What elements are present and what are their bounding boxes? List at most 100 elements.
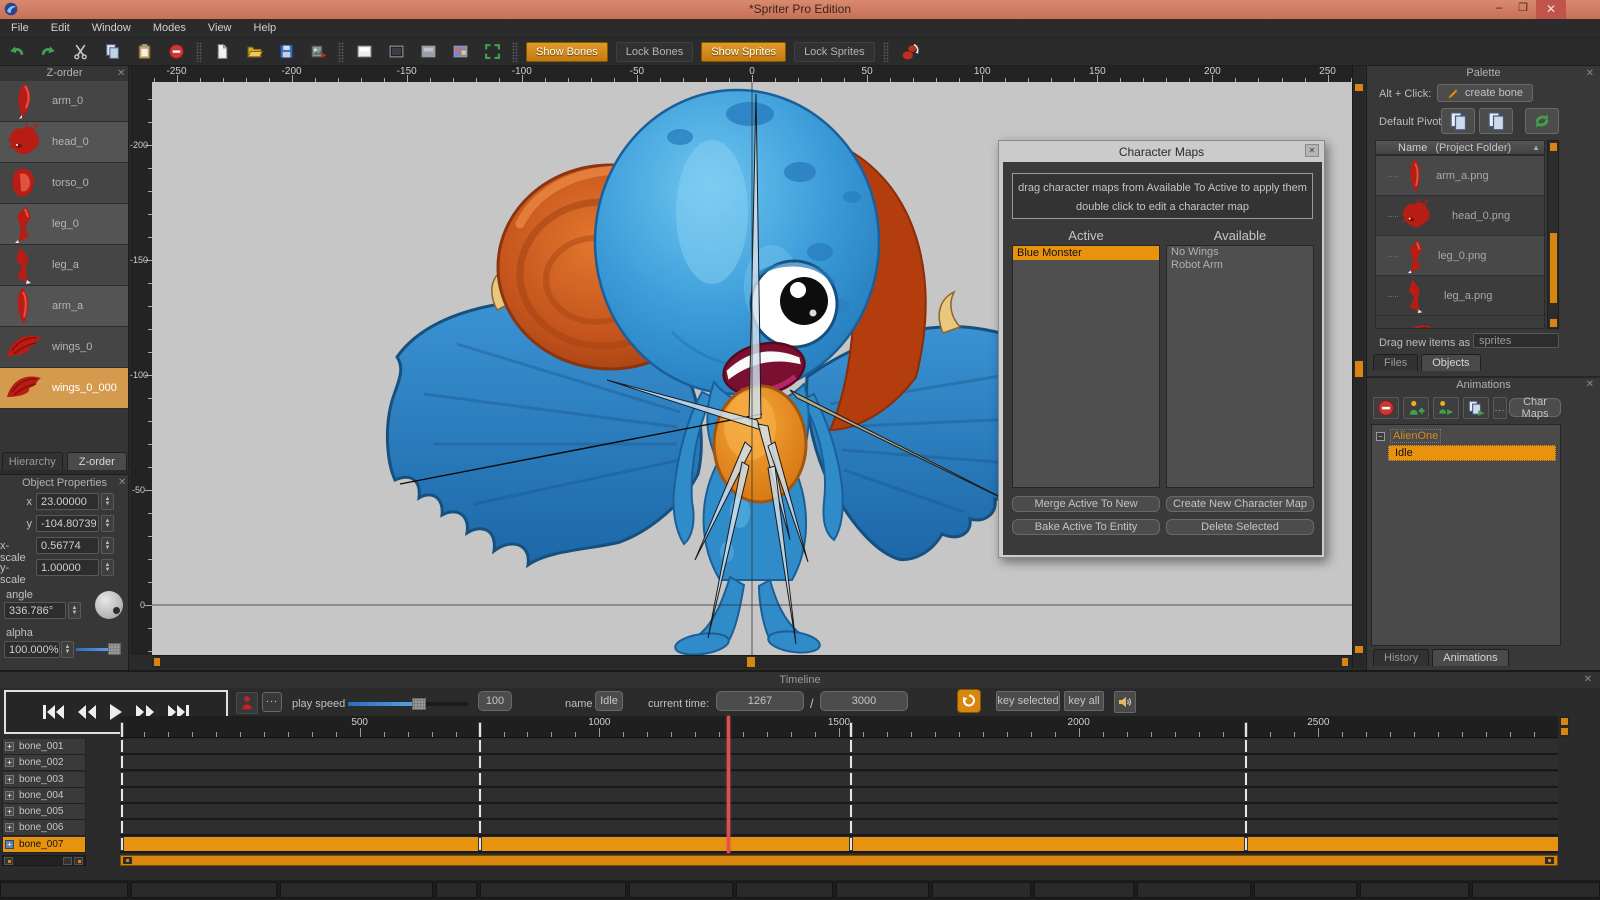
- menu-item-help[interactable]: Help: [243, 22, 288, 34]
- play-speed-handle[interactable]: [412, 698, 426, 710]
- active-map-item[interactable]: Blue Monster: [1013, 246, 1159, 260]
- file-item-leg_a.png[interactable]: leg_a.png: [1376, 276, 1544, 316]
- play-speed-value[interactable]: 100: [478, 691, 512, 711]
- property-stepper-y-scale[interactable]: ▲▼: [101, 559, 114, 576]
- delete-animation-button[interactable]: [1373, 397, 1399, 419]
- timeline-ruler-end-buttons[interactable]: [1560, 716, 1570, 738]
- angle-stepper[interactable]: ▲▼: [68, 602, 81, 619]
- ruler-keyframe-marker[interactable]: [849, 722, 853, 738]
- file-item-partial[interactable]: [1376, 316, 1544, 329]
- menu-item-edit[interactable]: Edit: [40, 22, 81, 34]
- create-new-character-map-button[interactable]: Create New Character Map: [1166, 496, 1314, 512]
- alpha-stepper[interactable]: ▲▼: [61, 641, 74, 658]
- bake-active-button[interactable]: Bake Active To Entity: [1012, 519, 1160, 535]
- dialog-close-icon[interactable]: ✕: [1305, 144, 1319, 157]
- object-properties-close-icon[interactable]: ✕: [118, 478, 126, 488]
- alpha-input[interactable]: 100.000%: [4, 641, 60, 658]
- create-bone-button[interactable]: create bone: [1437, 84, 1533, 102]
- expand-plus-icon[interactable]: +: [5, 823, 14, 832]
- keyframe-marker[interactable]: [849, 755, 853, 769]
- key-all-button[interactable]: key all: [1064, 691, 1104, 711]
- bone-track-bone_001[interactable]: [120, 739, 1558, 755]
- paste-pivot-button[interactable]: [1479, 108, 1513, 134]
- angle-input[interactable]: 336.786°: [4, 602, 66, 619]
- expand-plus-icon[interactable]: +: [5, 807, 14, 816]
- menu-item-file[interactable]: File: [0, 22, 40, 34]
- open-folder-button[interactable]: [243, 41, 265, 63]
- file-item-arm_a.png[interactable]: arm_a.png: [1376, 156, 1544, 196]
- skip-start-button[interactable]: [38, 702, 68, 722]
- keyframe-marker[interactable]: [120, 804, 124, 818]
- keyframe-marker[interactable]: [120, 772, 124, 786]
- available-map-item[interactable]: Robot Arm: [1167, 259, 1313, 272]
- keyframe-marker[interactable]: [849, 739, 853, 753]
- animation-name-value[interactable]: Idle: [595, 691, 623, 711]
- property-input-x-scale[interactable]: 0.56774: [36, 537, 99, 554]
- redo-button[interactable]: [37, 41, 59, 63]
- available-map-item[interactable]: No Wings: [1167, 246, 1313, 259]
- tab-objects[interactable]: Objects: [1421, 354, 1480, 371]
- timeline-playhead[interactable]: [727, 716, 730, 853]
- tab-z-order[interactable]: Z-order: [67, 452, 128, 470]
- bone-names-scrollbar[interactable]: [2, 855, 86, 866]
- bone-name-row-bone_003[interactable]: +bone_003: [2, 772, 86, 788]
- bone-track-bone_002[interactable]: [120, 755, 1558, 771]
- tree-collapse-icon[interactable]: −: [1376, 432, 1385, 441]
- zorder-item-arm_a[interactable]: arm_a: [0, 286, 128, 327]
- keyframe-marker[interactable]: [1244, 837, 1248, 851]
- keyframe-marker[interactable]: [849, 772, 853, 786]
- refresh-pivot-button[interactable]: [1525, 108, 1559, 134]
- prev-frame-button[interactable]: [74, 702, 100, 722]
- file-item-head_0.png[interactable]: head_0.png: [1376, 196, 1544, 236]
- property-stepper-x[interactable]: ▲▼: [101, 493, 114, 510]
- keyframe-marker[interactable]: [1244, 804, 1248, 818]
- canvas-hscrollbar[interactable]: [152, 655, 1352, 668]
- expand-plus-icon[interactable]: +: [5, 758, 14, 767]
- tab-history[interactable]: History: [1373, 649, 1429, 666]
- property-input-y-scale[interactable]: 1.00000: [36, 559, 99, 576]
- drag-new-items-value[interactable]: sprites: [1473, 333, 1559, 348]
- bone-name-row-bone_002[interactable]: +bone_002: [2, 755, 86, 771]
- active-character-maps-list[interactable]: Blue Monster: [1012, 245, 1160, 488]
- lock-bones-toggle[interactable]: Lock Bones: [616, 42, 693, 62]
- keyframe-marker[interactable]: [478, 755, 482, 769]
- animations-close-icon[interactable]: ✕: [1586, 380, 1594, 390]
- zorder-item-leg_0[interactable]: leg_0: [0, 204, 128, 245]
- keyframe-marker[interactable]: [120, 788, 124, 802]
- paste-button[interactable]: [133, 41, 155, 63]
- bone-name-row-bone_004[interactable]: +bone_004: [2, 788, 86, 804]
- bone-name-row-bone_007[interactable]: +bone_007: [2, 837, 86, 853]
- bone-track-bone_003[interactable]: [120, 772, 1558, 788]
- ruler-keyframe-marker[interactable]: [120, 722, 124, 738]
- save-button[interactable]: [275, 41, 297, 63]
- undo-button[interactable]: [5, 41, 27, 63]
- lock-sprites-toggle[interactable]: Lock Sprites: [794, 42, 875, 62]
- keyframe-marker[interactable]: [1244, 820, 1248, 834]
- bone-name-row-bone_001[interactable]: +bone_001: [2, 739, 86, 755]
- loop-toggle-button[interactable]: [957, 689, 981, 713]
- keyframe-marker[interactable]: [478, 820, 482, 834]
- keyframe-marker[interactable]: [1244, 772, 1248, 786]
- current-time-field[interactable]: 1267: [716, 691, 804, 711]
- new-file-button[interactable]: [211, 41, 233, 63]
- keyframe-marker[interactable]: [1244, 788, 1248, 802]
- ruler-keyframe-marker[interactable]: [1244, 722, 1248, 738]
- zorder-close-icon[interactable]: ✕: [117, 69, 125, 79]
- file-list-header[interactable]: Name (Project Folder) ▲: [1375, 140, 1545, 155]
- close-button[interactable]: ✕: [1536, 0, 1566, 19]
- keyframe-marker[interactable]: [478, 772, 482, 786]
- keyframe-marker[interactable]: [120, 739, 124, 753]
- expand-plus-icon[interactable]: +: [5, 775, 14, 784]
- bone-track-bone_004[interactable]: [120, 788, 1558, 804]
- available-character-maps-list[interactable]: No WingsRobot Arm: [1166, 245, 1314, 488]
- angle-dial[interactable]: [95, 591, 123, 619]
- animation-entity-row[interactable]: − AlienOne: [1376, 429, 1560, 443]
- expand-plus-icon[interactable]: +: [5, 840, 14, 849]
- canvas-vscrollbar[interactable]: [1352, 66, 1365, 668]
- property-stepper-x-scale[interactable]: ▲▼: [101, 537, 114, 554]
- keyframe-marker[interactable]: [120, 755, 124, 769]
- copy-button[interactable]: [101, 41, 123, 63]
- keyframe-marker[interactable]: [849, 837, 853, 851]
- delete-selected-button[interactable]: Delete Selected: [1166, 519, 1314, 535]
- keyframe-marker[interactable]: [849, 820, 853, 834]
